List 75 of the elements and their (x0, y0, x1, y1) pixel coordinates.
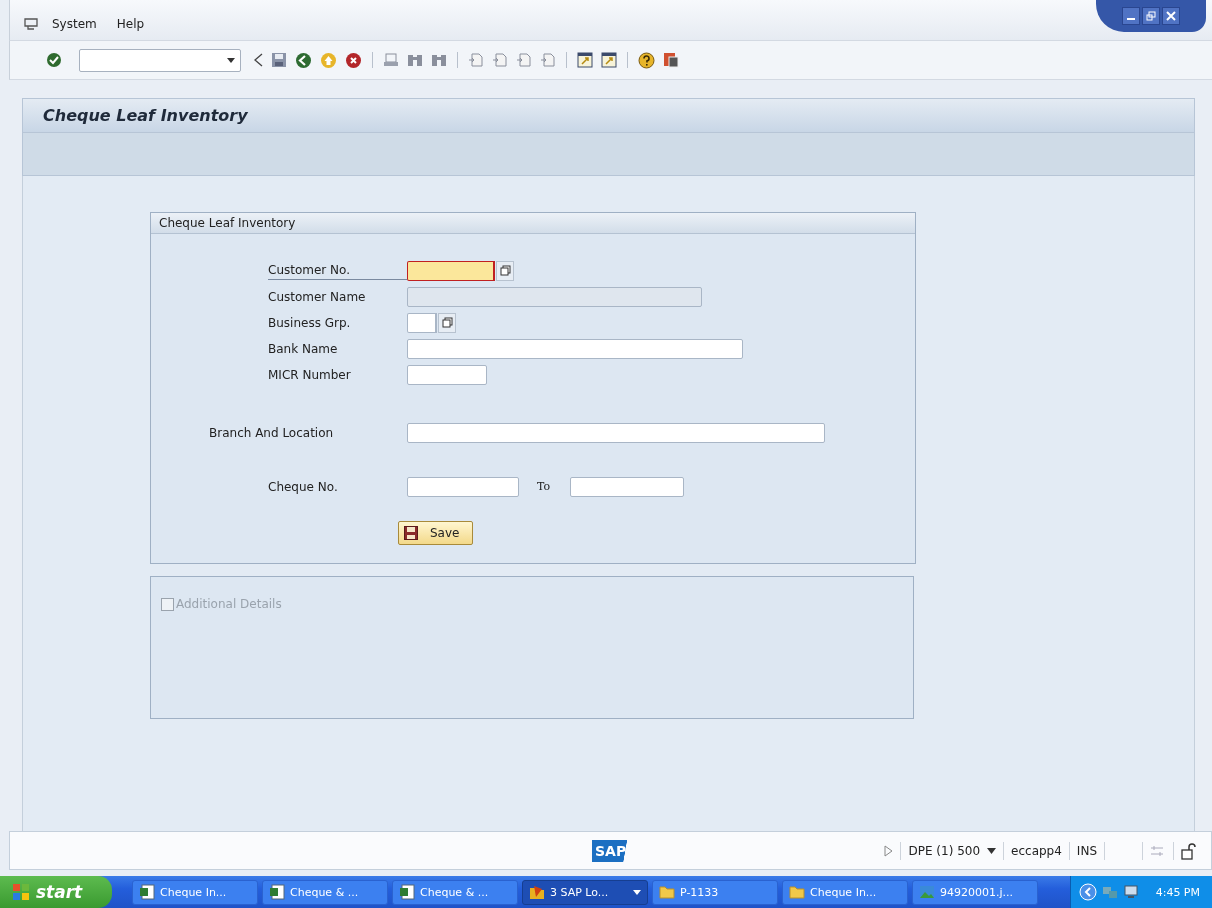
input-mode: INS (1076, 843, 1097, 858)
save-button[interactable]: Save (398, 521, 474, 545)
folder-icon (529, 884, 545, 900)
input-field[interactable] (407, 364, 487, 385)
input-field[interactable] (570, 476, 685, 497)
range-label: To (537, 480, 551, 493)
spreadsheet-icon (139, 884, 155, 900)
search-help-button[interactable] (438, 312, 456, 333)
dropdown-icon[interactable] (987, 847, 997, 854)
windows-flag-icon (12, 883, 30, 901)
lock-icon[interactable] (1181, 841, 1197, 860)
taskbar-button[interactable]: Cheque & ... (392, 879, 518, 905)
exit-icon[interactable] (320, 51, 337, 69)
taskbar-button[interactable]: Cheque In... (782, 879, 908, 905)
start-button[interactable]: start (0, 876, 112, 908)
page-icon[interactable] (492, 52, 508, 68)
system-info[interactable]: DPE (1) 500 (908, 843, 981, 858)
image-icon (919, 884, 935, 900)
help-icon[interactable] (638, 51, 655, 69)
input-field[interactable] (407, 422, 825, 443)
enter-icon[interactable] (46, 52, 62, 68)
command-field[interactable] (79, 48, 241, 72)
restore-icon (1146, 11, 1156, 21)
menu-item[interactable]: System (52, 17, 97, 31)
taskbar-button[interactable]: Cheque In... (132, 879, 258, 905)
field-label: Business Grp. (268, 314, 352, 332)
field-label: Bank Name (268, 340, 339, 358)
field-label: MICR Number (268, 366, 352, 384)
minimize-icon (1127, 18, 1135, 20)
input-field[interactable] (407, 312, 437, 333)
caret-icon (633, 889, 641, 895)
screen-title: Cheque Leaf Inventory (43, 106, 248, 125)
chevron-icon[interactable] (1078, 883, 1097, 901)
taskbar-button[interactable]: P-1133 (652, 879, 778, 905)
window-icon[interactable] (601, 52, 617, 68)
input-field[interactable] (407, 476, 519, 497)
copy-icon (441, 317, 453, 328)
spreadsheet-icon (269, 884, 285, 900)
taskbar-button[interactable]: Cheque & ... (262, 879, 388, 905)
menu-icon[interactable] (24, 18, 38, 30)
binoculars-icon[interactable] (407, 52, 423, 68)
layout-icon[interactable] (663, 52, 679, 68)
cancel-icon[interactable] (345, 51, 362, 69)
taskbar-button[interactable]: 3 SAP Lo... (522, 879, 648, 905)
binoculars-icon[interactable] (431, 52, 447, 68)
window-icon[interactable] (577, 52, 593, 68)
clock: 4:45 PM (1155, 885, 1200, 899)
minimize-button[interactable] (1122, 7, 1140, 25)
page-icon[interactable] (468, 52, 484, 68)
search-help-button[interactable] (496, 260, 514, 281)
folder-icon (659, 884, 675, 900)
close-icon (1166, 11, 1176, 21)
menu-item[interactable]: Help (116, 17, 145, 31)
input-field[interactable] (407, 338, 743, 359)
close-button[interactable] (1162, 7, 1180, 25)
page-icon[interactable] (516, 52, 532, 68)
input-field[interactable] (407, 260, 495, 281)
print-icon[interactable] (383, 52, 399, 68)
save-icon[interactable] (271, 52, 287, 68)
folder-icon (789, 884, 805, 900)
taskbar-button[interactable]: 94920001.j... (912, 879, 1038, 905)
server-name: eccapp4 (1011, 843, 1062, 858)
dropdown-icon (227, 57, 235, 63)
copy-icon (499, 265, 511, 276)
expand-icon[interactable] (884, 844, 894, 857)
field-label: Cheque No. (268, 478, 339, 496)
field-label: Customer Name (268, 288, 367, 306)
field-label: Branch And Location (209, 424, 335, 442)
spreadsheet-icon (399, 884, 415, 900)
save-icon (404, 526, 418, 540)
page-icon[interactable] (540, 52, 556, 68)
collapse-icon[interactable] (254, 53, 263, 67)
group-title: Cheque Leaf Inventory (159, 216, 296, 230)
back-icon[interactable] (295, 51, 312, 69)
restore-button[interactable] (1142, 7, 1160, 25)
